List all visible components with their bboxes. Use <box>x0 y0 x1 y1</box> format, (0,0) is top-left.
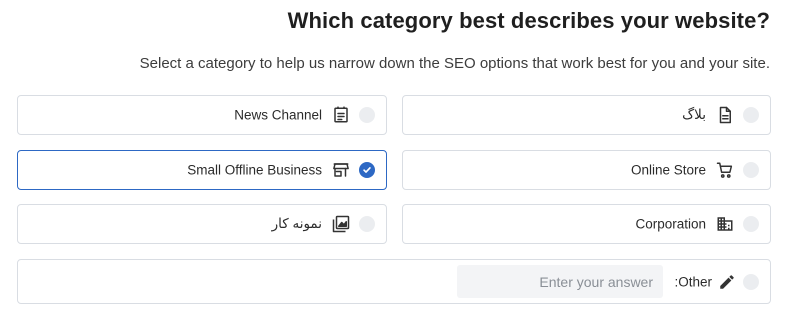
gallery-icon <box>332 215 350 233</box>
pencil-icon <box>718 273 736 291</box>
option-other[interactable]: :Other <box>17 259 771 304</box>
check-icon <box>363 167 371 173</box>
building-icon <box>716 215 734 233</box>
option-label: بلاگ <box>682 107 706 122</box>
page-title: ?Which category best describes your webs… <box>287 8 770 33</box>
option-label: Small Offline Business <box>187 162 322 178</box>
radio-button[interactable] <box>743 216 759 232</box>
other-label: :Other <box>674 274 712 289</box>
radio-button[interactable] <box>743 107 759 123</box>
option-label: نمونه کار <box>271 216 322 231</box>
option-portfolio[interactable]: نمونه کار <box>17 204 387 244</box>
option-news-channel[interactable]: News Channel <box>17 95 387 135</box>
option-blog[interactable]: بلاگ <box>402 95 771 135</box>
option-corporation[interactable]: Corporation <box>402 204 771 244</box>
radio-button-checked[interactable] <box>359 162 375 178</box>
option-small-offline-business[interactable]: Small Offline Business <box>17 150 387 190</box>
document-icon <box>716 106 734 124</box>
other-answer-input[interactable] <box>457 265 663 298</box>
radio-button[interactable] <box>359 216 375 232</box>
store-icon <box>332 161 350 179</box>
option-label: Online Store <box>630 162 706 178</box>
option-online-store[interactable]: Online Store <box>402 150 771 190</box>
radio-button[interactable] <box>359 107 375 123</box>
newspaper-icon <box>332 106 350 124</box>
radio-button[interactable] <box>743 162 759 178</box>
radio-button[interactable] <box>743 273 759 290</box>
option-label: Corporation <box>635 216 706 232</box>
cart-icon <box>716 161 734 179</box>
page-subtitle: .Select a category to help us narrow dow… <box>139 55 770 72</box>
option-label: News Channel <box>234 107 322 123</box>
